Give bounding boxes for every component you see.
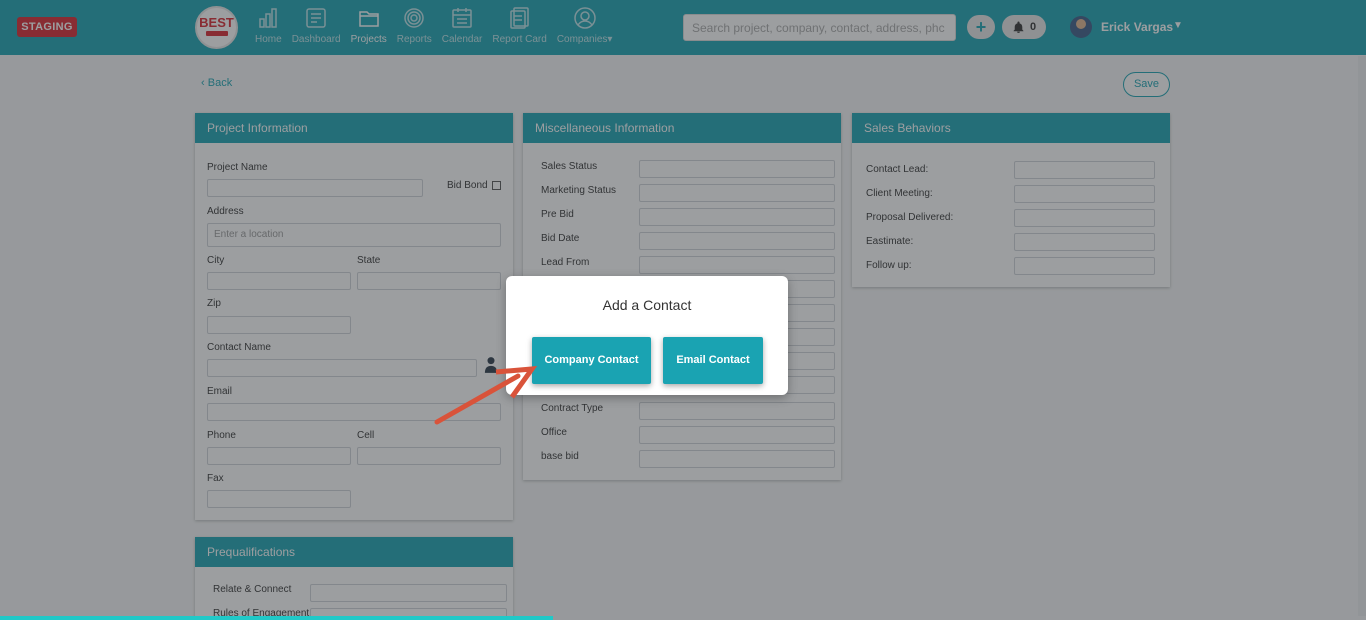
page-load-progress-bar	[0, 616, 553, 620]
company-contact-button[interactable]: Company Contact	[532, 337, 651, 384]
add-contact-modal: Add a Contact Company Contact Email Cont…	[506, 276, 788, 395]
email-contact-button[interactable]: Email Contact	[663, 337, 763, 384]
modal-title: Add a Contact	[602, 297, 692, 313]
